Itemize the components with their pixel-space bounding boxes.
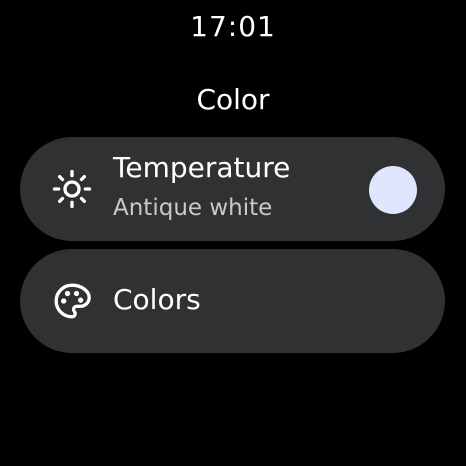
palette-icon bbox=[54, 283, 91, 319]
brightness-icon bbox=[52, 169, 92, 209]
temperature-label: Temperature bbox=[113, 151, 291, 184]
temperature-swatch bbox=[369, 166, 417, 214]
status-time: 17:01 bbox=[190, 10, 276, 43]
colors-chip[interactable]: Colors bbox=[20, 249, 445, 353]
page-title: Color bbox=[196, 83, 270, 116]
temperature-value: Antique white bbox=[113, 195, 273, 221]
temperature-chip[interactable]: Temperature Antique white bbox=[20, 137, 445, 241]
colors-label: Colors bbox=[113, 283, 201, 316]
